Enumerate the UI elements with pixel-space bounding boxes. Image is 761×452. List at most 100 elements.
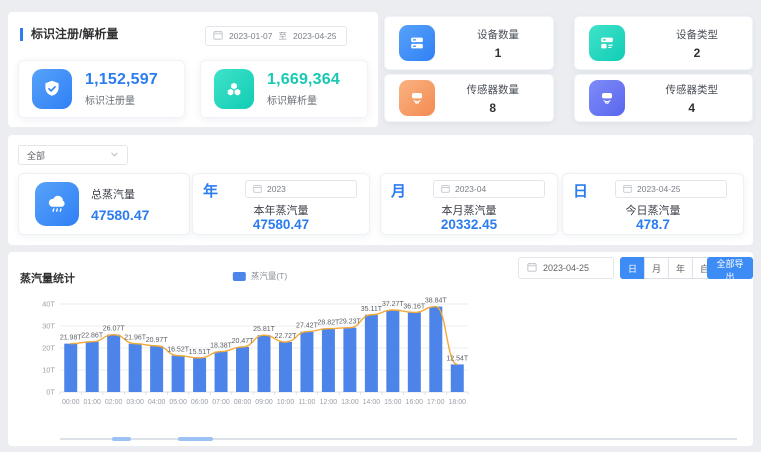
identification-panel: 标识注册/解析量 2023-01-07 至 2023-04-25 1,152,5… bbox=[8, 12, 378, 127]
legend-label: 蒸汽量(T) bbox=[251, 270, 287, 282]
svg-text:09:00: 09:00 bbox=[255, 399, 273, 406]
date-range-end: 2023-04-25 bbox=[293, 31, 336, 41]
svg-text:07:00: 07:00 bbox=[212, 399, 230, 406]
day-steam-value: 478.7 bbox=[563, 217, 743, 232]
device-type-label: 设备类型 bbox=[676, 27, 718, 42]
sensor-count-value: 8 bbox=[489, 101, 496, 115]
svg-text:01:00: 01:00 bbox=[83, 399, 101, 406]
range-button-year[interactable]: 年 bbox=[668, 257, 693, 279]
svg-text:15.51T: 15.51T bbox=[189, 349, 212, 356]
date-range-start: 2023-01-07 bbox=[229, 31, 272, 41]
total-steam-value: 47580.47 bbox=[91, 207, 149, 223]
svg-text:20.97T: 20.97T bbox=[146, 337, 169, 344]
zoom-slider-handle[interactable] bbox=[178, 437, 213, 441]
svg-text:22.72T: 22.72T bbox=[275, 333, 298, 340]
day-date-input[interactable]: 2023-04-25 bbox=[615, 180, 727, 198]
meter-filter-value: 全部 bbox=[27, 149, 45, 162]
chevron-down-icon bbox=[110, 150, 119, 161]
svg-text:25.81T: 25.81T bbox=[253, 326, 276, 333]
chart-title: 蒸汽量统计 bbox=[20, 270, 75, 286]
month-steam-value: 20332.45 bbox=[381, 217, 557, 232]
svg-text:04:00: 04:00 bbox=[148, 399, 166, 406]
svg-text:18:00: 18:00 bbox=[448, 399, 466, 406]
calendar-icon bbox=[253, 184, 262, 195]
registration-stat-card: 1,152,597 标识注册量 bbox=[18, 60, 185, 118]
svg-text:38.84T: 38.84T bbox=[425, 298, 448, 305]
total-steam-card: 总蒸汽量 47580.47 bbox=[18, 173, 190, 235]
svg-text:21.96T: 21.96T bbox=[124, 335, 147, 342]
year-date-value: 2023 bbox=[267, 184, 286, 194]
chart-date-input[interactable]: 2023-04-25 bbox=[518, 257, 614, 279]
svg-text:13:00: 13:00 bbox=[341, 399, 359, 406]
sensor-count-label: 传感器数量 bbox=[467, 82, 520, 97]
svg-text:29.23T: 29.23T bbox=[339, 319, 362, 326]
svg-text:27.42T: 27.42T bbox=[296, 323, 319, 330]
iot-dashboard: { "colors": { "accent": "#2f7cf0", "teal… bbox=[0, 0, 761, 452]
svg-text:08:00: 08:00 bbox=[234, 399, 252, 406]
chart-legend[interactable]: 蒸汽量(T) bbox=[233, 270, 287, 282]
svg-text:37.27T: 37.27T bbox=[382, 301, 405, 308]
svg-text:36.16T: 36.16T bbox=[403, 303, 426, 310]
day-steam-card: 日 2023-04-25 今日蒸汽量 478.7 bbox=[562, 173, 744, 235]
svg-text:0T: 0T bbox=[46, 388, 55, 397]
svg-text:12.54T: 12.54T bbox=[446, 355, 469, 362]
calendar-icon bbox=[213, 30, 223, 42]
device-count-value: 1 bbox=[495, 46, 502, 60]
identification-panel-title: 标识注册/解析量 bbox=[20, 28, 118, 41]
svg-text:16:00: 16:00 bbox=[406, 399, 424, 406]
svg-text:35.11T: 35.11T bbox=[361, 306, 383, 313]
svg-text:22.86T: 22.86T bbox=[81, 333, 104, 340]
export-all-button[interactable]: 全部导出 bbox=[707, 257, 753, 279]
month-steam-card: 月 2023-04 本月蒸汽量 20332.45 bbox=[380, 173, 558, 235]
svg-text:06:00: 06:00 bbox=[191, 399, 209, 406]
shield-check-icon bbox=[32, 69, 72, 109]
svg-text:20T: 20T bbox=[42, 344, 55, 353]
svg-text:14:00: 14:00 bbox=[363, 399, 381, 406]
id-date-range-picker[interactable]: 2023-01-07 至 2023-04-25 bbox=[205, 26, 347, 46]
device-count-card: 设备数量 1 bbox=[384, 16, 554, 70]
cloud-rain-icon bbox=[35, 182, 79, 226]
svg-text:10:00: 10:00 bbox=[277, 399, 295, 406]
calendar-icon bbox=[441, 184, 450, 195]
calendar-icon bbox=[527, 262, 537, 274]
month-date-value: 2023-04 bbox=[455, 184, 486, 194]
svg-text:16.52T: 16.52T bbox=[167, 347, 190, 354]
svg-text:00:00: 00:00 bbox=[62, 399, 80, 406]
resolution-count: 1,669,364 bbox=[267, 71, 340, 89]
year-steam-card: 年 2023 本年蒸汽量 47580.47 bbox=[192, 173, 370, 235]
hive-icon bbox=[214, 69, 254, 109]
sensor-count-card: 传感器数量 8 bbox=[384, 74, 554, 122]
year-date-input[interactable]: 2023 bbox=[245, 180, 357, 198]
server-icon bbox=[399, 25, 435, 61]
svg-text:05:00: 05:00 bbox=[169, 399, 187, 406]
svg-text:30T: 30T bbox=[42, 322, 55, 331]
device-count-label: 设备数量 bbox=[477, 27, 519, 42]
steam-chart-panel: 蒸汽量统计 蒸汽量(T) 2023-04-25 日 月 年 自定义 全部导出 0… bbox=[8, 252, 753, 446]
calendar-icon bbox=[623, 184, 632, 195]
year-steam-value: 47580.47 bbox=[193, 217, 369, 232]
svg-text:03:00: 03:00 bbox=[126, 399, 144, 406]
resolution-label: 标识解析量 bbox=[267, 92, 340, 107]
zoom-slider-handle[interactable] bbox=[112, 437, 131, 441]
svg-text:26.07T: 26.07T bbox=[103, 326, 126, 333]
sensor-type-value: 4 bbox=[688, 101, 695, 115]
sensor-type-card: 传感器类型 4 bbox=[574, 74, 753, 122]
range-button-day[interactable]: 日 bbox=[620, 257, 645, 279]
registration-count: 1,152,597 bbox=[85, 71, 158, 89]
day-steam-label: 今日蒸汽量 bbox=[563, 202, 743, 218]
svg-text:18.38T: 18.38T bbox=[210, 343, 233, 350]
range-button-month[interactable]: 月 bbox=[644, 257, 669, 279]
registration-label: 标识注册量 bbox=[85, 92, 158, 107]
sensor-icon bbox=[399, 80, 435, 116]
svg-text:28.82T: 28.82T bbox=[318, 320, 341, 327]
year-steam-label: 本年蒸汽量 bbox=[193, 202, 369, 218]
chart-date-value: 2023-04-25 bbox=[543, 263, 589, 273]
server-type-icon bbox=[589, 25, 625, 61]
svg-text:02:00: 02:00 bbox=[105, 399, 123, 406]
month-steam-label: 本月蒸汽量 bbox=[381, 202, 557, 218]
month-date-input[interactable]: 2023-04 bbox=[433, 180, 545, 198]
chart-zoom-slider[interactable] bbox=[60, 438, 737, 440]
svg-text:21.98T: 21.98T bbox=[60, 335, 83, 342]
meter-filter-select[interactable]: 全部 bbox=[18, 145, 128, 165]
steam-chart-svg: 0T10T20T30T40T00:0001:0002:0003:0004:000… bbox=[24, 288, 474, 428]
